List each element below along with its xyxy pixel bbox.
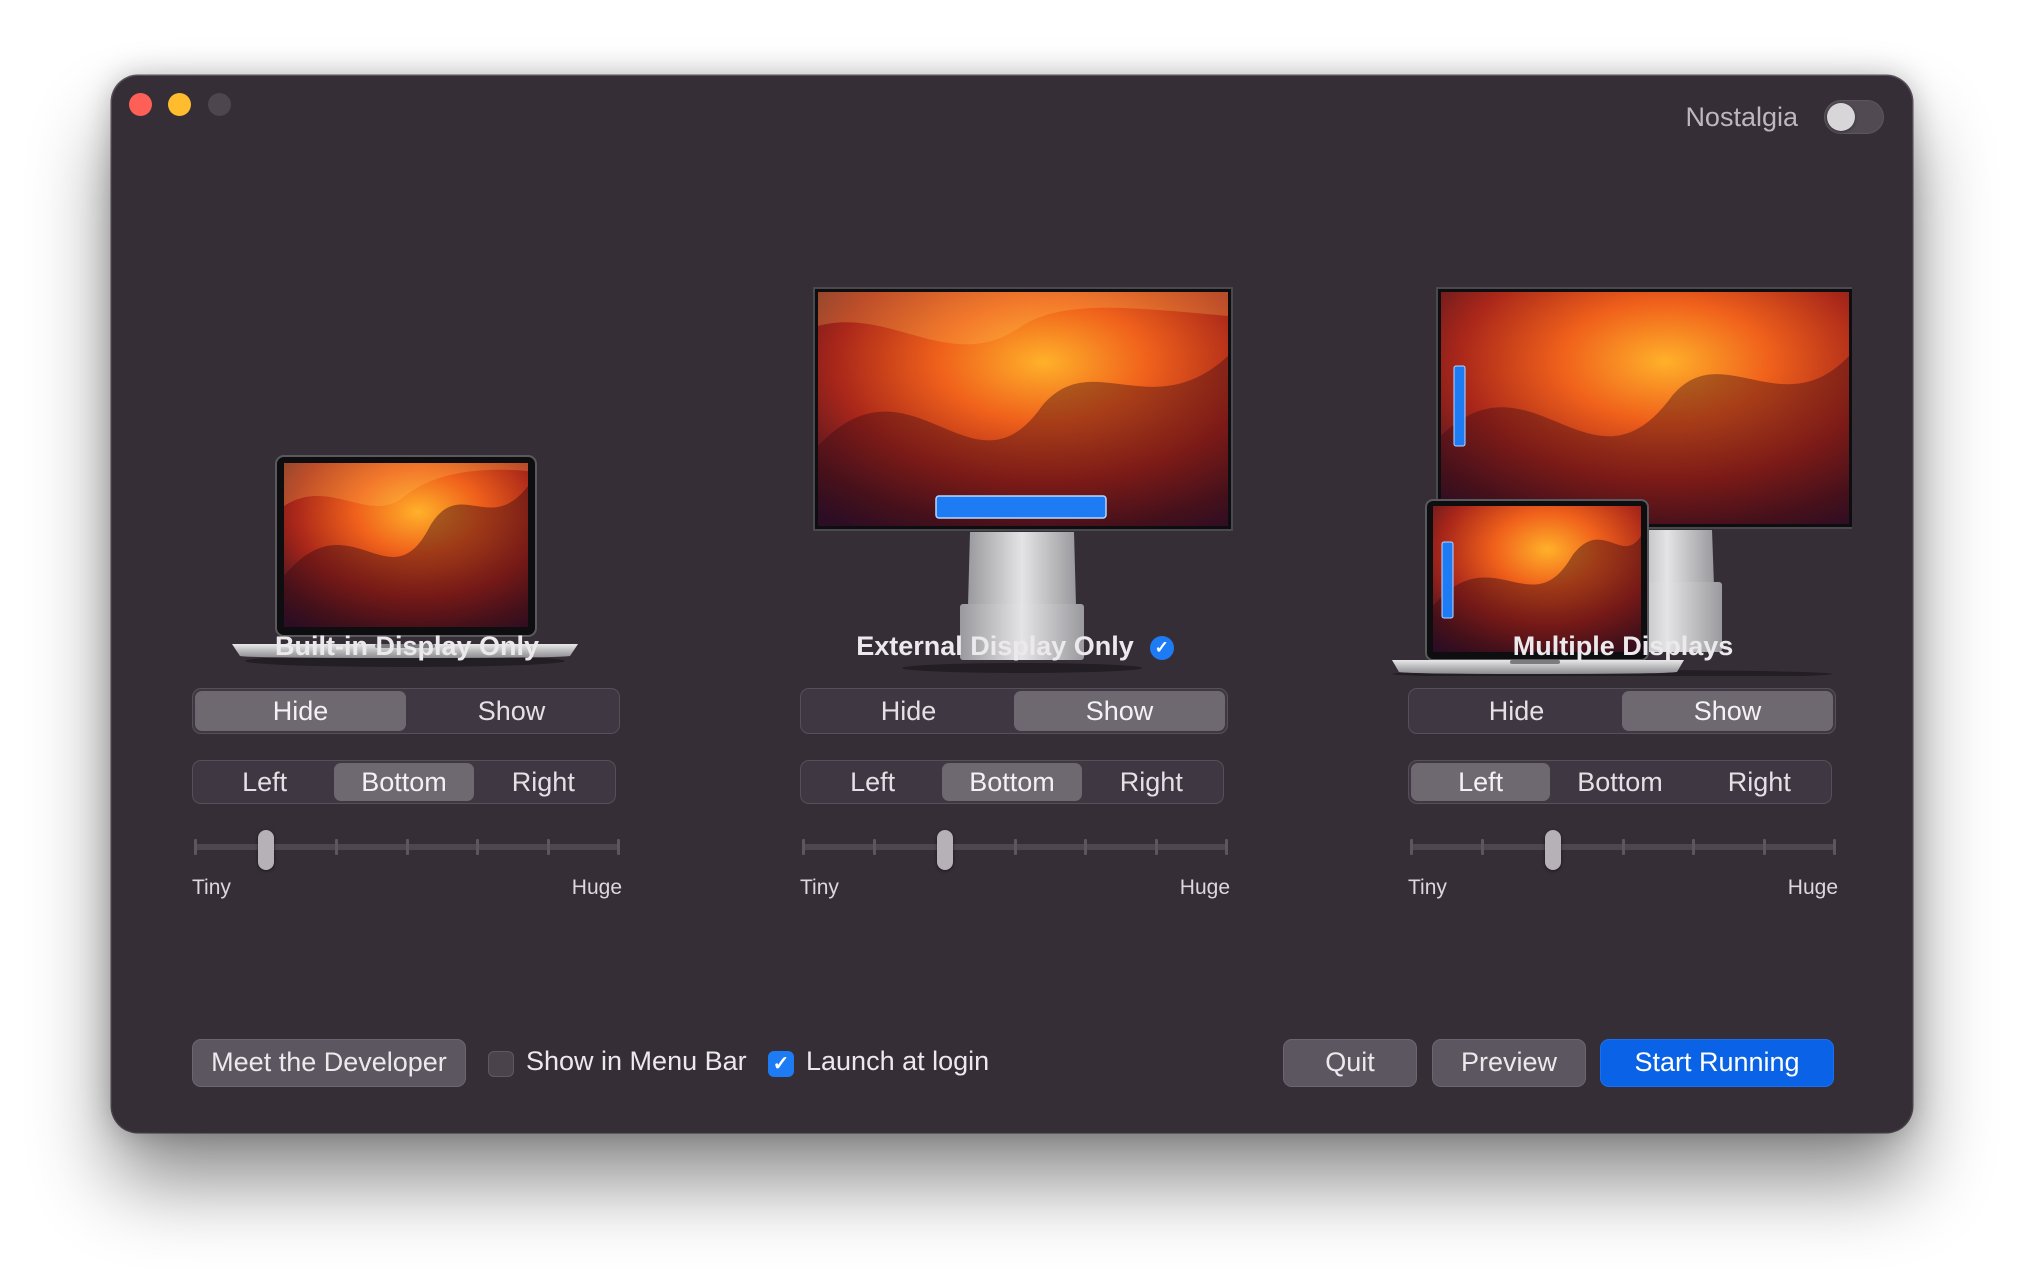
show-option[interactable]: Show — [406, 691, 617, 731]
slider-tick — [1225, 839, 1228, 855]
column-title: Multiple Displays — [1512, 631, 1734, 661]
right-option[interactable]: Right — [474, 763, 613, 801]
slider-tick — [617, 839, 620, 855]
hide-option[interactable]: Hide — [195, 691, 406, 731]
slider-tick — [194, 839, 197, 855]
show-in-menu-bar-checkbox[interactable] — [488, 1051, 514, 1077]
hide-option[interactable]: Hide — [1411, 691, 1622, 731]
size-slider[interactable] — [1408, 822, 1838, 872]
position-segmented-control: Left Bottom Right — [192, 760, 616, 804]
bottom-option[interactable]: Bottom — [942, 763, 1082, 801]
left-option[interactable]: Left — [1411, 763, 1551, 801]
built-in-display-column: Built-in Display Only Hide Show Left Bot… — [192, 76, 622, 1132]
huge-label: Huge — [1179, 876, 1230, 899]
left-option[interactable]: Left — [195, 763, 334, 801]
slider-tick — [802, 839, 805, 855]
slider-thumb[interactable] — [936, 830, 953, 870]
slider-tick — [1013, 839, 1017, 855]
minimize-window-button[interactable] — [168, 93, 191, 116]
visibility-segmented-control: Hide Show — [800, 688, 1228, 734]
huge-label: Huge — [571, 876, 622, 899]
show-option[interactable]: Show — [1622, 691, 1833, 731]
app-window: Nostalgia Built-in Display Only Hide Sho… — [112, 76, 1912, 1132]
right-option[interactable]: Right — [1082, 763, 1221, 801]
huge-label: Huge — [1787, 876, 1838, 899]
preview-button[interactable]: Preview — [1432, 1039, 1586, 1087]
quit-button[interactable]: Quit — [1283, 1039, 1417, 1087]
right-option[interactable]: Right — [1690, 763, 1829, 801]
checkmark-icon: ✓ — [1149, 636, 1174, 660]
size-slider[interactable] — [192, 822, 622, 872]
external-display-column: External Display Only ✓ Hide Show Left Bo… — [800, 76, 1230, 1132]
slider-tick — [405, 839, 409, 855]
meet-the-developer-button[interactable]: Meet the Developer — [192, 1039, 466, 1087]
slider-tick — [335, 839, 338, 855]
bottom-option[interactable]: Bottom — [334, 763, 474, 801]
bottom-option[interactable]: Bottom — [1550, 763, 1689, 801]
multiple-displays-column: Multiple Displays Hide Show Left Bottom … — [1408, 76, 1838, 1132]
slider-thumb[interactable] — [1544, 830, 1561, 870]
slider-tick — [1410, 839, 1413, 855]
start-running-button[interactable]: Start Running — [1600, 1039, 1834, 1087]
tiny-label: Tiny — [800, 876, 839, 899]
close-window-button[interactable] — [129, 93, 152, 116]
slider-tick — [1480, 839, 1484, 855]
visibility-segmented-control: Hide Show — [1408, 688, 1836, 734]
launch-at-login-label: Launch at login — [806, 1046, 990, 1076]
slider-tick — [1154, 839, 1158, 855]
size-slider[interactable] — [800, 822, 1230, 872]
slider-tick — [872, 839, 876, 855]
show-option[interactable]: Show — [1014, 691, 1225, 731]
slider-tick — [546, 839, 550, 855]
launch-at-login-checkbox[interactable]: ✓ — [768, 1051, 794, 1077]
left-option[interactable]: Left — [803, 763, 942, 801]
slider-tick — [476, 839, 479, 855]
slider-tick — [1762, 839, 1766, 855]
show-in-menu-bar-label: Show in Menu Bar — [526, 1046, 747, 1076]
visibility-segmented-control: Hide Show — [192, 688, 620, 734]
tiny-label: Tiny — [192, 876, 231, 899]
tiny-label: Tiny — [1408, 876, 1447, 899]
position-segmented-control: Left Bottom Right — [1408, 760, 1832, 804]
slider-tick — [1621, 839, 1625, 855]
slider-thumb[interactable] — [258, 830, 274, 870]
slider-tick — [1833, 839, 1836, 855]
hide-option[interactable]: Hide — [803, 691, 1014, 731]
column-title: External Display Only ✓ — [800, 631, 1230, 662]
slider-tick — [1084, 839, 1087, 855]
position-segmented-control: Left Bottom Right — [800, 760, 1224, 804]
slider-tick — [1692, 839, 1695, 855]
column-title: Built-in Display Only — [274, 631, 540, 661]
